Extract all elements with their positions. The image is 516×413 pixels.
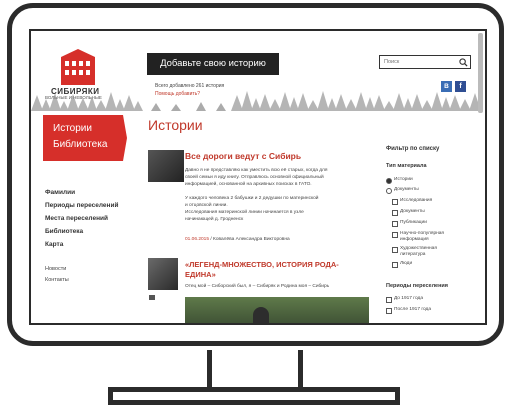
nav-contacts[interactable]: Контакты [45, 277, 69, 283]
scrollbar[interactable] [478, 33, 483, 113]
filter-period-heading: Периоды переселения [386, 283, 448, 289]
article-text: своей семьи я иду книгу. Отправлюсь осно… [185, 175, 324, 180]
filter-checkbox[interactable] [386, 297, 392, 303]
nav-library[interactable]: Библиотека [45, 228, 83, 235]
filter-type-heading: Тип материала [386, 163, 427, 169]
add-story-button[interactable]: Добавьте свою историю [147, 53, 279, 75]
nav-surnames[interactable]: Фамилии [45, 189, 75, 196]
search-icon[interactable] [459, 58, 468, 67]
filter-radio[interactable] [386, 188, 392, 194]
filter-option-label[interactable]: Документы [394, 187, 419, 192]
filter-option-label[interactable]: Истории [394, 177, 413, 182]
photo-person [253, 307, 269, 323]
site-header: СИБИРЯКИ ВОЛЬНЫЕ И НЕВОЛЬНЫЕ Добавьте св… [31, 31, 485, 113]
website-screen: СИБИРЯКИ ВОЛЬНЫЕ И НЕВОЛЬНЫЕ Добавьте св… [29, 29, 487, 325]
filter-checkbox[interactable] [392, 210, 398, 216]
article-text: начинающей д. Гродненск [185, 217, 244, 222]
article-title[interactable]: ЕДИНА» [185, 270, 216, 279]
filter-option-label[interactable]: Люди [400, 261, 412, 266]
page-title: Истории [148, 117, 203, 133]
filter-checkbox[interactable] [392, 232, 398, 238]
filter-option-label[interactable]: До 1917 года [394, 296, 423, 301]
nav-places[interactable]: Места переселений [45, 215, 108, 222]
sidebar-banner [43, 115, 127, 161]
nav-news[interactable]: Новости [45, 266, 66, 272]
article-text: У каждого человека 2 бабушки и 2 дедушки… [185, 196, 319, 201]
search-input[interactable] [379, 55, 471, 69]
filter-checkbox[interactable] [392, 262, 398, 268]
banner-stories-link[interactable]: Истории [53, 123, 92, 134]
filter-option-label[interactable]: Научно-популярная [400, 231, 444, 236]
filter-option-label[interactable]: Публикации [400, 220, 427, 225]
article-text: и отцовской линии. [185, 203, 228, 208]
nav-periods[interactable]: Периоды переселений [45, 202, 118, 209]
nav-map[interactable]: Карта [45, 241, 63, 248]
filter-option-label[interactable]: После 1917 года [394, 307, 431, 312]
article-title[interactable]: Все дороги ведут с Сибирь [185, 151, 301, 161]
filter-checkbox[interactable] [392, 247, 398, 253]
article-photo[interactable] [185, 297, 369, 323]
filter-option-label[interactable]: Документы [400, 209, 425, 214]
monitor-stand-base [108, 387, 400, 405]
article-text: Отец мой – Сиборский был, я – Сибиряк и … [185, 284, 330, 289]
article-text: Исследования материнской линии начинаетс… [185, 210, 304, 215]
filter-checkbox[interactable] [392, 199, 398, 205]
filter-checkbox[interactable] [386, 308, 392, 314]
filter-option-label[interactable]: Исследования [400, 198, 432, 203]
article-text: информацией, основанной на архивных поис… [185, 182, 312, 187]
comment-icon [149, 295, 155, 300]
filter-option-label: литература [400, 252, 426, 257]
banner-library-link[interactable]: Библиотека [53, 139, 107, 150]
logo-icon[interactable] [59, 47, 97, 87]
forest-silhouette [31, 91, 481, 111]
article-thumbnail[interactable] [148, 258, 178, 290]
article-title[interactable]: «ЛЕГЕНД-МНОЖЕСТВО, ИСТОРИЯ РОДА- [185, 260, 339, 269]
filter-option-label: информация [400, 237, 429, 242]
article-text: Давно я не представляю как уместить всю … [185, 168, 328, 173]
filter-title: Фильтр по списку [386, 146, 440, 152]
article-thumbnail[interactable] [148, 150, 184, 182]
article-author[interactable]: Ковалёва Александра Викторовна [213, 237, 290, 242]
filter-option-label[interactable]: Художественная [400, 246, 437, 251]
article-meta: 01.06.2015 / Ковалёва Александра Викторо… [185, 237, 290, 242]
filter-checkbox[interactable] [392, 221, 398, 227]
monitor-stand-neck [207, 350, 303, 388]
filter-radio[interactable] [386, 178, 392, 184]
article-date: 01.06.2015 [185, 237, 210, 242]
